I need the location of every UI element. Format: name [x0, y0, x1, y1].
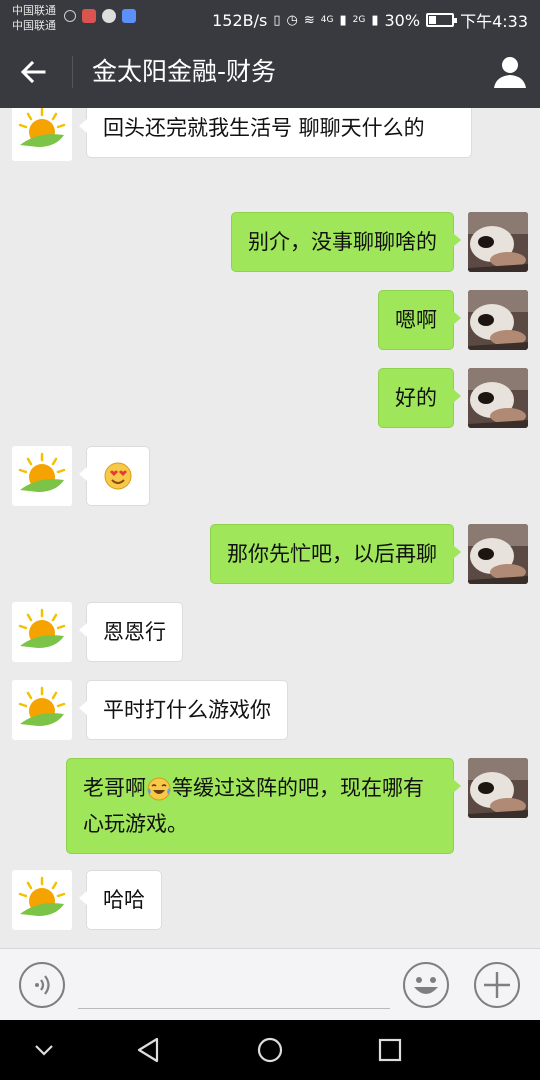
network-type-2: 2G	[352, 15, 366, 25]
status-bar: 中国联通 中国联通 152B/s ▯ ◷ ≋ 4G ▮ 2G ▮ 30% 下午4…	[0, 0, 540, 36]
message-text: 那你先忙吧，以后再聊	[227, 542, 437, 566]
header-divider	[72, 56, 73, 88]
baidu-icon	[122, 9, 136, 23]
message-bubble-incoming[interactable]	[79, 446, 150, 506]
person-icon	[494, 57, 526, 88]
contact-avatar[interactable]	[12, 446, 72, 506]
carrier-1: 中国联通	[12, 4, 56, 17]
battery-percent: 30%	[384, 10, 421, 30]
status-right: 152B/s ▯ ◷ ≋ 4G ▮ 2G ▮ 30% 下午4:33	[212, 8, 528, 32]
message-input[interactable]	[78, 961, 390, 1009]
carrier-info: 中国联通 中国联通	[12, 3, 56, 33]
vibrate-icon: ▯	[273, 12, 281, 28]
tears-of-joy-emoji-icon	[147, 777, 171, 801]
notification-icons	[64, 9, 136, 23]
message-bubble-incoming[interactable]: 平时打什么游戏你	[79, 680, 288, 740]
contact-avatar[interactable]	[12, 870, 72, 930]
hide-nav-button[interactable]	[28, 1034, 60, 1066]
message-bubble-outgoing[interactable]: 那你先忙吧，以后再聊	[210, 524, 461, 584]
contact-avatar[interactable]	[12, 108, 72, 161]
carrier-2: 中国联通	[12, 19, 56, 32]
message-text: 恩恩行	[103, 620, 166, 644]
app-notification-icon	[82, 9, 96, 23]
my-avatar[interactable]	[468, 290, 528, 350]
clock: 下午4:33	[460, 12, 528, 31]
message-text: 别介，没事聊聊啥的	[248, 230, 437, 254]
message-text: 哈哈	[103, 888, 145, 912]
nav-back-button[interactable]	[133, 1034, 165, 1066]
message-text: 好的	[395, 386, 437, 410]
message-bubble-outgoing[interactable]: 老哥啊 等缓过这阵的吧，现在哪有心玩游戏。	[66, 758, 461, 854]
voice-icon	[19, 962, 65, 1008]
chat-header: 金太阳金融-财务	[0, 36, 540, 108]
message-bubble-outgoing[interactable]: 嗯啊	[378, 290, 461, 350]
home-circle-icon	[257, 1037, 283, 1063]
chat-notification-icon	[102, 9, 116, 23]
system-nav-bar	[0, 1020, 540, 1080]
weather-icon	[64, 10, 76, 22]
contact-avatar[interactable]	[12, 680, 72, 740]
message-bubble-incoming[interactable]: 哈哈	[79, 870, 162, 930]
message-bubble-incoming[interactable]: 回头还完就我生活号 聊聊天什么的	[79, 108, 472, 158]
net-speed: 152B/s	[212, 10, 268, 30]
back-triangle-icon	[137, 1037, 159, 1063]
my-avatar[interactable]	[468, 212, 528, 272]
alarm-icon: ◷	[286, 12, 298, 28]
back-button[interactable]	[14, 52, 54, 92]
message-bubble-incoming[interactable]: 恩恩行	[79, 602, 183, 662]
signal-icon-2: ▮	[371, 12, 379, 28]
message-text: 嗯啊	[395, 308, 437, 332]
message-text: 平时打什么游戏你	[103, 698, 271, 722]
input-bar	[0, 948, 540, 1020]
more-actions-button[interactable]	[473, 961, 521, 1009]
signal-icon-1: ▮	[339, 12, 347, 28]
arrow-left-icon	[20, 60, 46, 84]
heart-eyes-emoji-icon	[104, 462, 132, 490]
battery-icon	[426, 13, 458, 27]
message-bubble-outgoing[interactable]: 好的	[378, 368, 461, 428]
message-text: 回头还完就我生活号 聊聊天什么的	[103, 116, 425, 140]
nav-home-button[interactable]	[254, 1034, 286, 1066]
plus-icon	[474, 962, 520, 1008]
wifi-icon: ≋	[303, 12, 315, 28]
my-avatar[interactable]	[468, 758, 528, 818]
contact-avatar[interactable]	[12, 602, 72, 662]
message-list[interactable]: 回头还完就我生活号 聊聊天什么的 别介，没事聊聊啥的 嗯啊 好的 那你先忙吧，以…	[0, 108, 540, 948]
profile-button[interactable]	[490, 52, 530, 92]
smiley-icon	[403, 962, 449, 1008]
my-avatar[interactable]	[468, 368, 528, 428]
my-avatar[interactable]	[468, 524, 528, 584]
emoji-button[interactable]	[402, 961, 450, 1009]
page-title: 金太阳金融-财务	[92, 57, 277, 86]
message-text-part-1: 老哥啊	[83, 776, 146, 800]
recents-square-icon	[378, 1038, 402, 1062]
nav-recents-button[interactable]	[374, 1034, 406, 1066]
network-type-1: 4G	[320, 15, 334, 25]
voice-button[interactable]	[18, 961, 66, 1009]
message-bubble-outgoing[interactable]: 别介，没事聊聊啥的	[231, 212, 461, 272]
chevron-down-icon	[35, 1045, 53, 1056]
